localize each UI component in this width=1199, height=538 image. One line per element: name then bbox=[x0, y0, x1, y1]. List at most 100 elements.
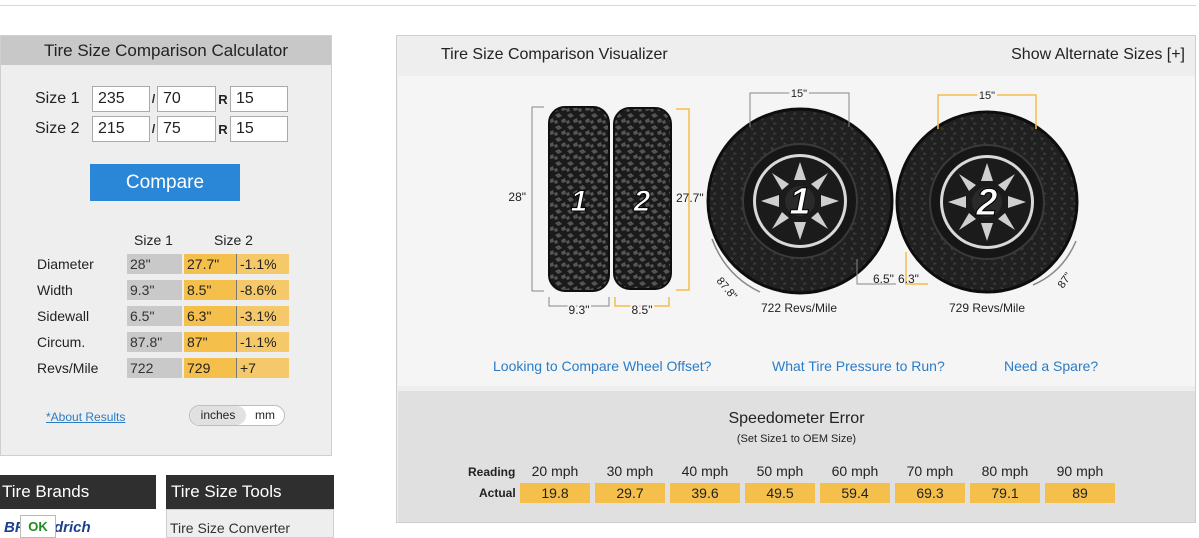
tire-2-width-label: 8.5" bbox=[632, 303, 653, 317]
size2-row: Size 2 / R bbox=[35, 116, 288, 142]
reading-cell: 40 mph bbox=[681, 463, 729, 479]
calculator-panel: Tire Size Comparison Calculator Size 1 /… bbox=[0, 35, 332, 456]
result-size1-value: 6.5" bbox=[127, 306, 182, 326]
result-row-circumference: Circum. 87.8" 87" -1.1% bbox=[37, 332, 289, 352]
wheel-2-rim-label: 15" bbox=[979, 90, 995, 102]
units-mm-option[interactable]: mm bbox=[246, 406, 284, 425]
size2-rim-input[interactable] bbox=[230, 116, 288, 142]
calculator-title: Tire Size Comparison Calculator bbox=[1, 36, 331, 65]
result-size2-value: 729 bbox=[184, 358, 236, 378]
tire-1-width-label: 9.3" bbox=[569, 303, 590, 317]
result-label: Width bbox=[37, 282, 73, 298]
speedometer-title: Speedometer Error bbox=[728, 410, 865, 427]
wheel-2-sidewall-label: 6.3" bbox=[898, 272, 919, 286]
ok-badge[interactable]: OK bbox=[20, 515, 56, 538]
result-size2-value: 8.5" bbox=[184, 280, 236, 300]
wheel-2-number: 2 bbox=[975, 182, 997, 224]
reading-cell: 60 mph bbox=[831, 463, 879, 479]
size2-r-label: R bbox=[218, 121, 228, 137]
reading-cell: 90 mph bbox=[1056, 463, 1104, 479]
need-a-spare-link[interactable]: Need a Spare? bbox=[1004, 358, 1098, 374]
size2-label: Size 2 bbox=[35, 120, 80, 137]
actual-cell: 89 bbox=[1045, 483, 1115, 503]
result-size1-value: 722 bbox=[127, 358, 182, 378]
wheel-2-revs-label: 729 Revs/Mile bbox=[949, 301, 1025, 315]
side-view-wheel-2: 2 bbox=[895, 110, 1079, 294]
result-size2-value: 6.3" bbox=[184, 306, 236, 326]
result-size1-value: 87.8" bbox=[127, 332, 182, 352]
result-label: Diameter bbox=[37, 256, 94, 272]
actual-cell: 49.5 bbox=[745, 483, 815, 503]
result-size2-value: 27.7" bbox=[184, 254, 236, 274]
about-results-link[interactable]: *About Results bbox=[46, 410, 125, 424]
wheel-1-revs-label: 722 Revs/Mile bbox=[761, 301, 837, 315]
wheel-1-circ-label: 87.8" bbox=[714, 275, 740, 302]
reading-cell: 80 mph bbox=[981, 463, 1029, 479]
size1-r-label: R bbox=[218, 91, 228, 107]
reading-row-label: Reading bbox=[468, 465, 516, 479]
results-header-size2: Size 2 bbox=[214, 232, 253, 248]
size1-rim-input[interactable] bbox=[230, 86, 288, 112]
size2-width-input[interactable] bbox=[92, 116, 150, 142]
result-difference: -1.1% bbox=[236, 332, 289, 352]
size1-aspect-input[interactable] bbox=[157, 86, 216, 112]
units-toggle[interactable]: inches mm bbox=[189, 405, 285, 426]
speedometer-error-panel: Speedometer Error (Set Size1 to OEM Size… bbox=[398, 391, 1195, 522]
tire-size-converter-link[interactable]: Tire Size Converter bbox=[170, 520, 290, 536]
show-alternate-sizes-link[interactable]: Show Alternate Sizes [+] bbox=[1011, 46, 1185, 64]
actual-cell: 29.7 bbox=[595, 483, 665, 503]
result-difference: -8.6% bbox=[236, 280, 289, 300]
wheel-1-rim-label: 15" bbox=[791, 88, 807, 100]
actual-cell: 59.4 bbox=[820, 483, 890, 503]
size1-width-input[interactable] bbox=[92, 86, 150, 112]
result-size1-value: 9.3" bbox=[127, 280, 182, 300]
result-difference: -1.1% bbox=[236, 254, 289, 274]
actual-cell: 19.8 bbox=[520, 483, 590, 503]
result-difference: +7 bbox=[236, 358, 289, 378]
tire-pressure-link[interactable]: What Tire Pressure to Run? bbox=[772, 358, 945, 374]
result-size1-value: 28" bbox=[127, 254, 182, 274]
actual-row-label: Actual bbox=[479, 486, 516, 500]
compare-wheel-offset-link[interactable]: Looking to Compare Wheel Offset? bbox=[493, 358, 711, 374]
actual-cell: 69.3 bbox=[895, 483, 965, 503]
size1-row: Size 1 / R bbox=[35, 86, 288, 112]
units-inches-option[interactable]: inches bbox=[190, 406, 246, 425]
wheel-1-sidewall-label: 6.5" bbox=[873, 272, 894, 286]
top-divider bbox=[0, 0, 1196, 6]
size2-slash: / bbox=[151, 122, 156, 136]
result-size2-value: 87" bbox=[184, 332, 236, 352]
result-difference: -3.1% bbox=[236, 306, 289, 326]
result-row-diameter: Diameter 28" 27.7" -1.1% bbox=[37, 254, 289, 274]
visualizer-panel: Tire Size Comparison Visualizer Show Alt… bbox=[396, 35, 1196, 523]
result-label: Revs/Mile bbox=[37, 360, 99, 376]
results-header-size1: Size 1 bbox=[134, 232, 173, 248]
result-label: Sidewall bbox=[37, 308, 90, 324]
tread-tire-1-number: 1 bbox=[571, 185, 588, 218]
wheel-1-number: 1 bbox=[789, 181, 810, 223]
tire-brands-tab[interactable]: Tire Brands bbox=[0, 475, 156, 509]
tread-tire-2-number: 2 bbox=[633, 185, 651, 218]
compare-button[interactable]: Compare bbox=[90, 164, 240, 201]
tread-tire-1: 1 bbox=[548, 106, 610, 292]
side-view-wheel-1: 1 bbox=[706, 107, 894, 295]
tire-2-height-label: 27.7" bbox=[676, 191, 704, 205]
result-label: Circum. bbox=[37, 334, 86, 350]
reading-cell: 30 mph bbox=[606, 463, 654, 479]
result-row-width: Width 9.3" 8.5" -8.6% bbox=[37, 280, 289, 300]
visualizer-title: Tire Size Comparison Visualizer bbox=[441, 46, 668, 63]
result-row-revs-mile: Revs/Mile 722 729 +7 bbox=[37, 358, 289, 378]
size1-label: Size 1 bbox=[35, 90, 80, 107]
result-row-sidewall: Sidewall 6.5" 6.3" -3.1% bbox=[37, 306, 289, 326]
reading-cell: 70 mph bbox=[906, 463, 954, 479]
actual-cell: 39.6 bbox=[670, 483, 740, 503]
tire-visual-svg: 1 2 28" 27.7" 9.3" 8.5" 1 15" 6.5" 87.8"… bbox=[508, 86, 1079, 319]
wheel-2-circ-label: 87" bbox=[1056, 271, 1075, 291]
tire-1-height-bracket bbox=[531, 106, 544, 292]
size2-aspect-input[interactable] bbox=[157, 116, 216, 142]
speedometer-subtitle: (Set Size1 to OEM Size) bbox=[736, 433, 857, 445]
tire-size-tools-tab[interactable]: Tire Size Tools bbox=[166, 475, 334, 509]
tread-tire-2: 2 bbox=[613, 107, 672, 290]
tire-1-height-label: 28" bbox=[508, 190, 526, 204]
reading-cell: 20 mph bbox=[531, 463, 579, 479]
reading-cell: 50 mph bbox=[756, 463, 804, 479]
